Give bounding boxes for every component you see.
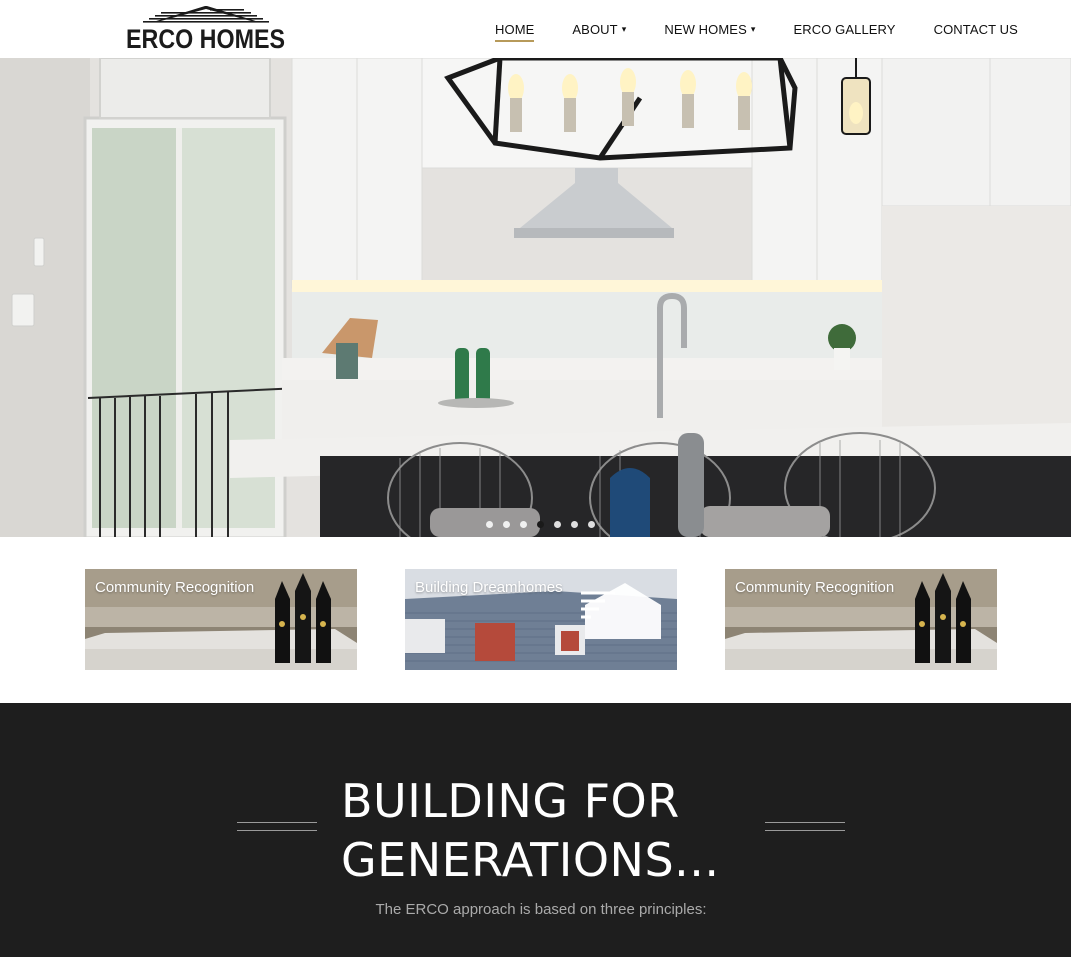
slider-dot[interactable] <box>554 521 561 528</box>
slider-dot[interactable] <box>486 521 493 528</box>
heading-line-2: GENERATIONS... <box>341 833 720 887</box>
slider-dot[interactable] <box>588 521 595 528</box>
nav-about[interactable]: ABOUT ▾ <box>553 0 645 58</box>
slider-dot[interactable] <box>571 521 578 528</box>
nav-erco-gallery[interactable]: ERCO GALLERY <box>774 0 914 58</box>
hero-slider[interactable] <box>0 58 1071 537</box>
nav-home-label: HOME <box>495 22 535 42</box>
erco-homes-logo[interactable]: ERCO HOMES <box>125 6 287 54</box>
logo-wordmark: ERCO HOMES <box>126 24 285 50</box>
tile-community-recognition[interactable]: Community Recognition <box>725 569 997 670</box>
slider-dots <box>486 521 595 528</box>
tile-building-dreamhomes[interactable]: Building Dreamhomes <box>405 569 677 670</box>
nav-about-label: ABOUT <box>572 21 618 37</box>
chevron-down-icon: ▾ <box>621 23 627 34</box>
tile-label: Community Recognition <box>735 579 895 596</box>
slider-dot[interactable] <box>503 521 510 528</box>
tile-label: Community Recognition <box>95 579 255 596</box>
nav-new-homes[interactable]: NEW HOMES ▾ <box>645 0 774 58</box>
nav-contact-us-label: CONTACT US <box>933 21 1018 37</box>
feature-tiles: Community Recognition Building Dreamhome… <box>0 537 1071 703</box>
section-heading: BUILDING FOR GENERATIONS... <box>341 772 761 890</box>
intro-section: BUILDING FOR GENERATIONS... The ERCO app… <box>0 703 1071 957</box>
nav-erco-gallery-label: ERCO GALLERY <box>793 21 896 37</box>
heading-rule-right <box>765 822 845 831</box>
tile-label: Building Dreamhomes <box>415 579 563 596</box>
heading-rule-left <box>237 822 317 831</box>
tile-community-recognition[interactable]: Community Recognition <box>85 569 357 670</box>
slider-dot[interactable] <box>520 521 527 528</box>
nav-home[interactable]: HOME <box>476 0 553 58</box>
nav-contact-us[interactable]: CONTACT US <box>915 0 1037 58</box>
main-nav: HOME ABOUT ▾ NEW HOMES ▾ ERCO GALLERY CO… <box>476 0 1037 58</box>
intro-subtext: The ERCO approach is based on three prin… <box>375 901 707 918</box>
chevron-down-icon: ▾ <box>750 23 756 34</box>
slider-dot[interactable] <box>537 521 544 528</box>
heading-line-1: BUILDING FOR <box>341 774 680 828</box>
site-header: ERCO HOMES HOME ABOUT ▾ NEW HOMES ▾ ERCO… <box>0 0 1071 58</box>
kitchen-photo <box>0 58 1071 537</box>
nav-new-homes-label: NEW HOMES <box>664 21 747 37</box>
